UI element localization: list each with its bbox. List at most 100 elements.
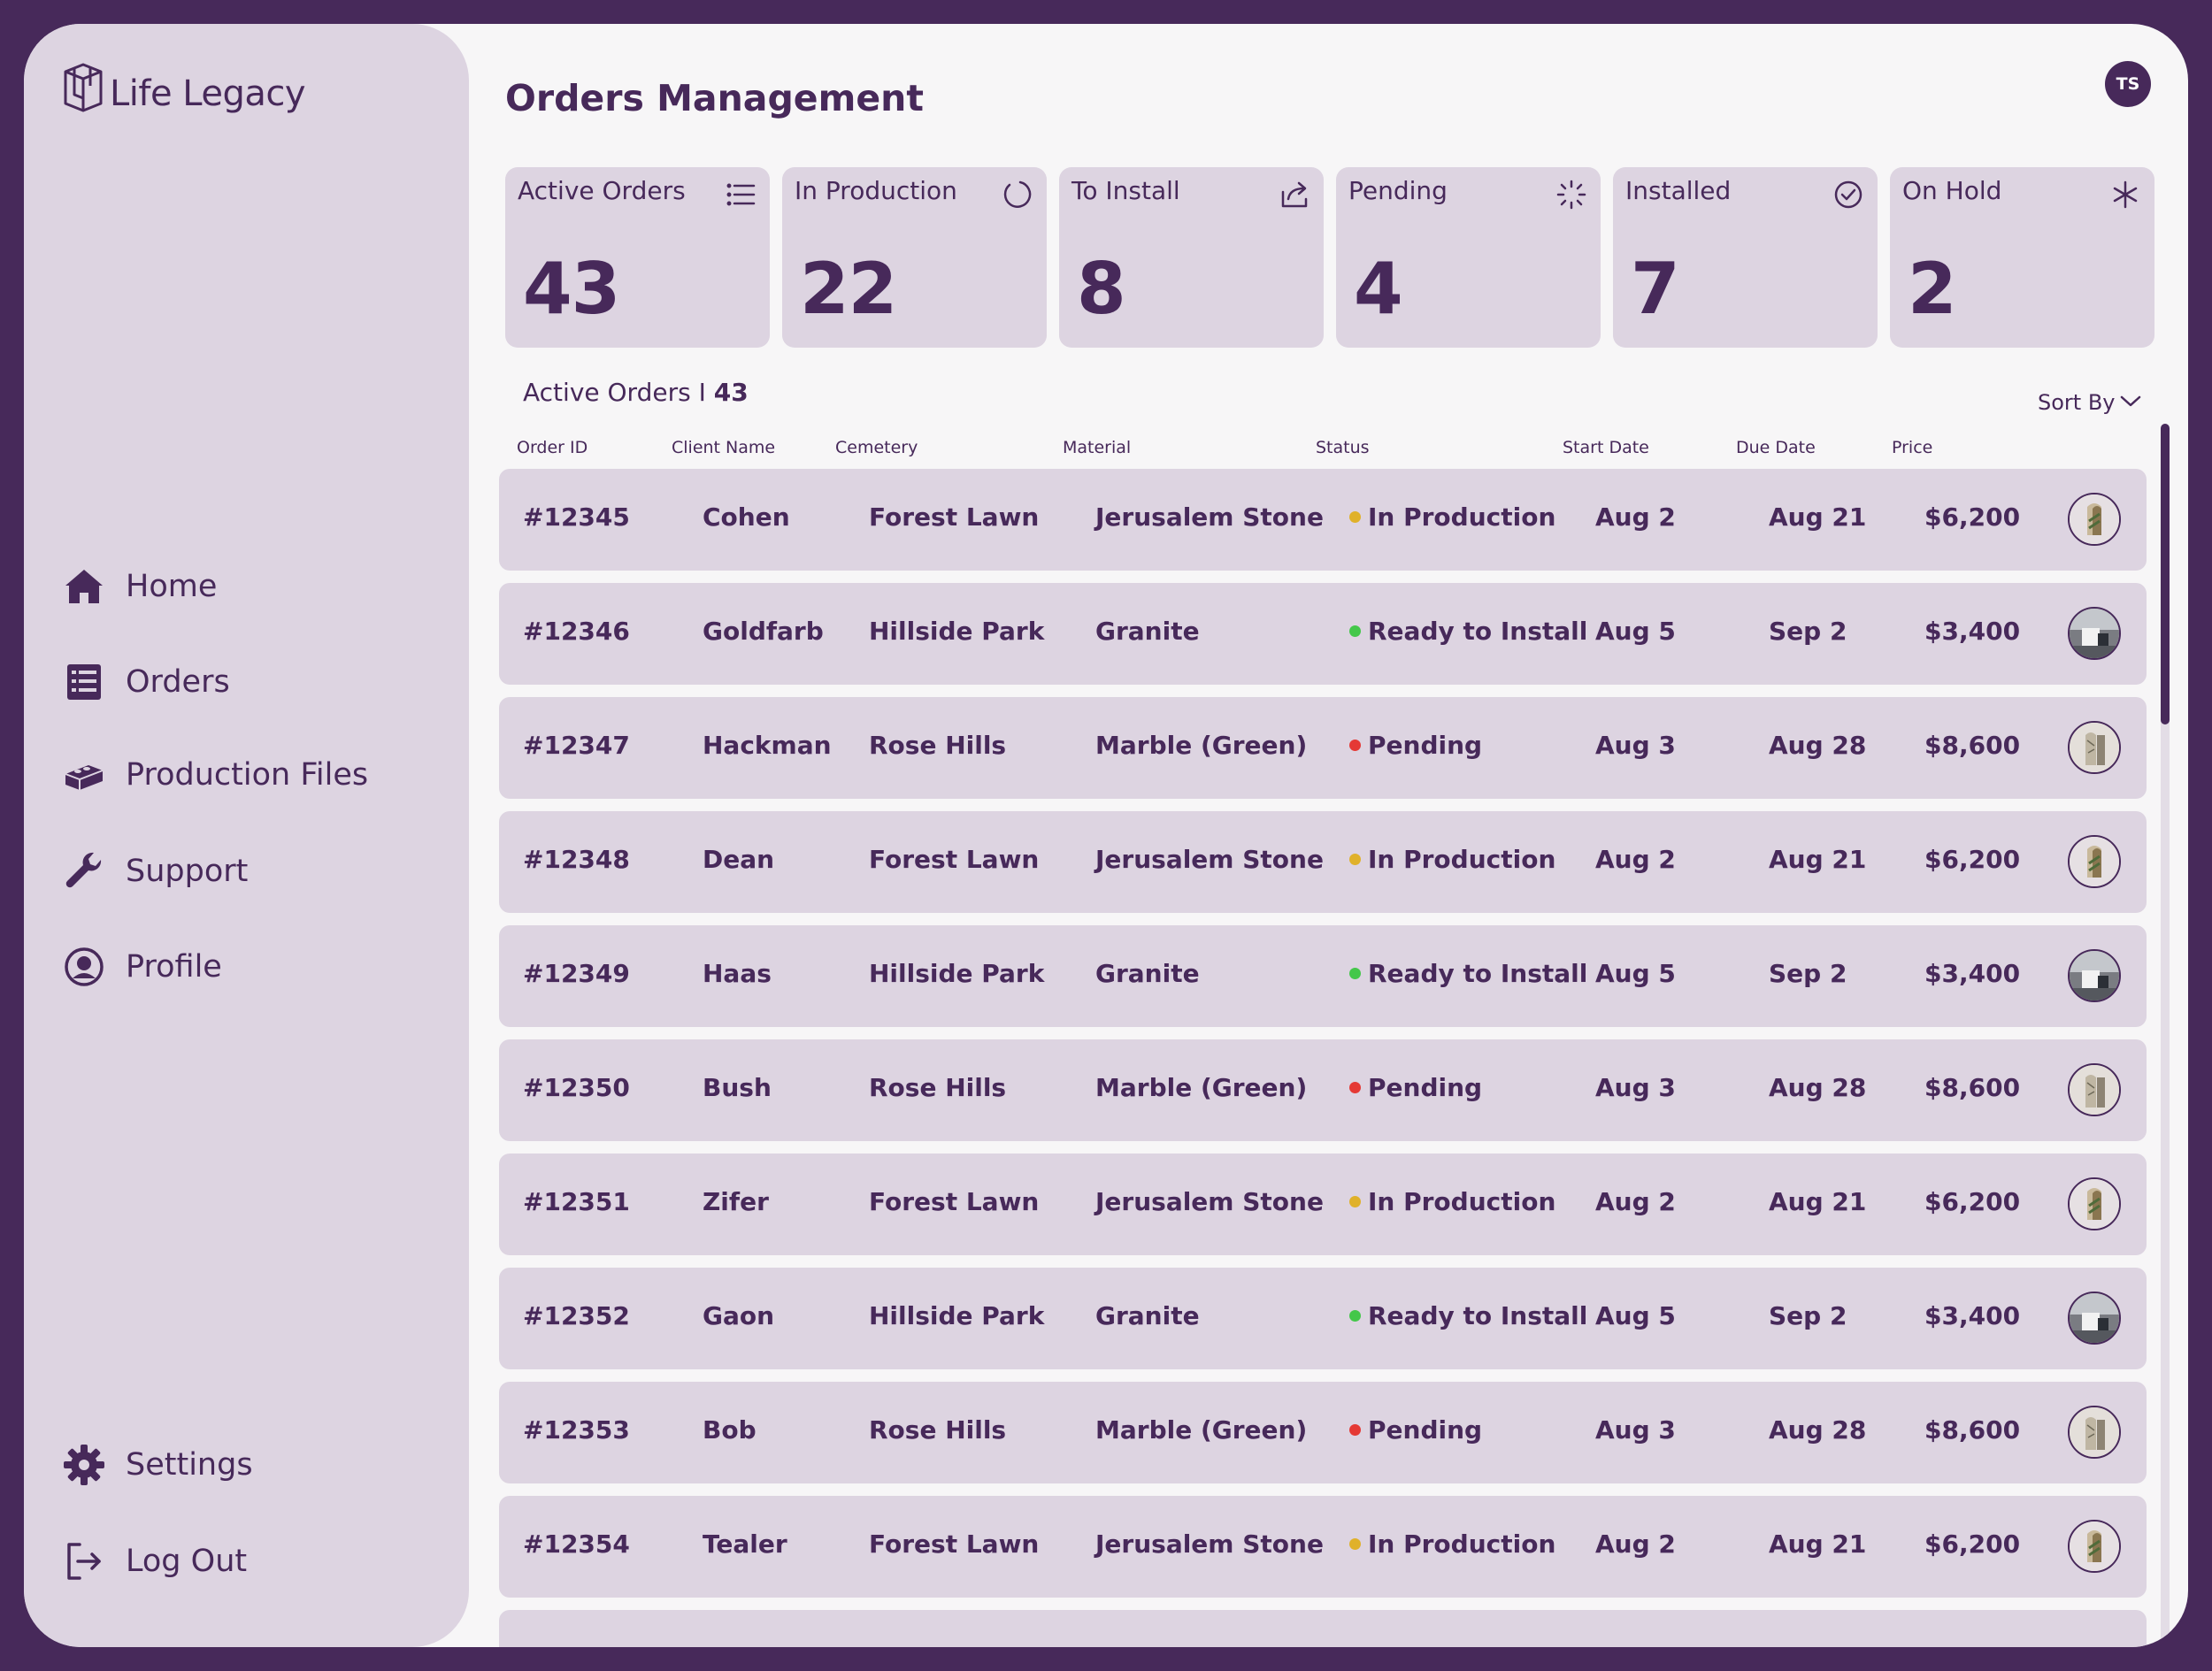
status-badge: In Production bbox=[1349, 502, 1555, 532]
nav-settings[interactable]: Settings bbox=[61, 1442, 253, 1488]
due-date: Sep 2 bbox=[1769, 959, 1847, 988]
col-price[interactable]: Price bbox=[1892, 438, 1932, 457]
nav-logout[interactable]: Log Out bbox=[61, 1538, 247, 1584]
col-status[interactable]: Status bbox=[1316, 438, 1370, 457]
loading-circle-icon bbox=[1001, 178, 1034, 211]
table-row[interactable]: #12353 Bob Rose Hills Marble (Green) Pending… bbox=[499, 1382, 2147, 1483]
col-start-date[interactable]: Start Date bbox=[1563, 438, 1649, 457]
cemetery: Rose Hills bbox=[869, 1415, 1007, 1445]
status-dot-icon bbox=[1349, 1082, 1361, 1093]
card-pending[interactable]: Pending 4 bbox=[1336, 167, 1601, 348]
start-date: Aug 2 bbox=[1595, 1529, 1676, 1559]
start-date: Aug 3 bbox=[1595, 731, 1676, 760]
client-name: Bush bbox=[703, 1073, 772, 1102]
status-badge: Ready to Install bbox=[1349, 959, 1587, 988]
due-date: Aug 21 bbox=[1769, 845, 1867, 874]
marble-thumbnail[interactable] bbox=[2068, 1406, 2121, 1459]
table-row[interactable]: #12347 Hackman Rose Hills Marble (Green) Pen… bbox=[499, 697, 2147, 799]
user-circle-icon bbox=[61, 944, 107, 990]
grave-thumbnail[interactable] bbox=[2068, 949, 2121, 1002]
table-row[interactable]: #12345 Cohen Forest Lawn Jerusalem Stone In … bbox=[499, 469, 2147, 571]
card-active-orders[interactable]: Active Orders 43 bbox=[505, 167, 770, 348]
start-date: Aug 3 bbox=[1595, 1073, 1676, 1102]
status-text: Pending bbox=[1368, 731, 1483, 760]
stone-thumbnail[interactable] bbox=[2068, 493, 2121, 546]
status-dot-icon bbox=[1349, 740, 1361, 751]
stat-cards: Active Orders 43 In Production 22 To Ins… bbox=[505, 167, 2162, 348]
nav-logout-label: Log Out bbox=[126, 1544, 248, 1579]
nav-home[interactable]: Home bbox=[61, 563, 217, 609]
status-badge: Pending bbox=[1349, 1415, 1482, 1445]
sort-by-dropdown[interactable]: Sort By bbox=[2038, 390, 2142, 415]
col-material[interactable]: Material bbox=[1063, 438, 1131, 457]
grave-thumbnail[interactable] bbox=[2068, 1292, 2121, 1345]
wrench-icon bbox=[61, 848, 107, 894]
col-cemetery[interactable]: Cemetery bbox=[835, 438, 918, 457]
asterisk-icon bbox=[2108, 178, 2142, 211]
table-row[interactable]: #12349 Haas Hillside Park Granite Ready to I… bbox=[499, 925, 2147, 1027]
brand-name: Life Legacy bbox=[110, 73, 306, 114]
status-dot-icon bbox=[1349, 854, 1361, 865]
due-date: Aug 28 bbox=[1769, 731, 1867, 760]
spinner-icon bbox=[1555, 178, 1588, 211]
material: Marble (Green) bbox=[1095, 1073, 1308, 1102]
avatar[interactable]: TS bbox=[2105, 61, 2151, 107]
table-row[interactable]: #12352 Gaon Hillside Park Granite Ready to I… bbox=[499, 1268, 2147, 1369]
nav-profile-label: Profile bbox=[126, 949, 222, 985]
card-label: To Install bbox=[1071, 176, 1180, 205]
card-installed[interactable]: Installed 7 bbox=[1613, 167, 1878, 348]
status-badge: Pending bbox=[1349, 1073, 1482, 1102]
marble-thumbnail[interactable] bbox=[2068, 1063, 2121, 1116]
col-order-id[interactable]: Order ID bbox=[517, 438, 588, 457]
nav-home-label: Home bbox=[126, 569, 218, 604]
client-name: Tealer bbox=[703, 1529, 787, 1559]
due-date: Aug 21 bbox=[1769, 502, 1867, 532]
nav-profile[interactable]: Profile bbox=[61, 944, 222, 990]
card-on-hold[interactable]: On Hold 2 bbox=[1890, 167, 2154, 348]
chevron-down-icon bbox=[2116, 390, 2142, 415]
list-heading-count: 43 bbox=[713, 378, 749, 407]
table-row[interactable]: #12350 Bush Rose Hills Marble (Green) Pendin… bbox=[499, 1039, 2147, 1141]
table-row[interactable]: #12351 Zifer Forest Lawn Jerusalem Stone In … bbox=[499, 1154, 2147, 1255]
scrollbar[interactable] bbox=[2161, 424, 2170, 1647]
table-row[interactable]: #12348 Dean Forest Lawn Jerusalem Stone In P… bbox=[499, 811, 2147, 913]
table-row[interactable]: #12354 Tealer Forest Lawn Jerusalem Stone In… bbox=[499, 1496, 2147, 1598]
status-text: In Production bbox=[1368, 845, 1556, 874]
status-badge: Ready to Install bbox=[1349, 1301, 1587, 1330]
nav-orders[interactable]: Orders bbox=[61, 659, 230, 705]
order-id: #12350 bbox=[523, 1073, 630, 1102]
stone-thumbnail[interactable] bbox=[2068, 835, 2121, 888]
table-row[interactable] bbox=[499, 1610, 2147, 1647]
col-due-date[interactable]: Due Date bbox=[1736, 438, 1816, 457]
card-in-production[interactable]: In Production 22 bbox=[782, 167, 1047, 348]
cemetery: Hillside Park bbox=[869, 959, 1045, 988]
nav-orders-label: Orders bbox=[126, 664, 230, 700]
card-to-install[interactable]: To Install 8 bbox=[1059, 167, 1324, 348]
material: Marble (Green) bbox=[1095, 731, 1308, 760]
nav-support[interactable]: Support bbox=[61, 848, 248, 894]
stone-thumbnail[interactable] bbox=[2068, 1520, 2121, 1573]
logo[interactable]: Life Legacy bbox=[58, 59, 306, 118]
client-name: Bob bbox=[703, 1415, 757, 1445]
card-value: 22 bbox=[800, 248, 897, 330]
material: Granite bbox=[1095, 959, 1200, 988]
cemetery: Forest Lawn bbox=[869, 845, 1040, 874]
nav-support-label: Support bbox=[126, 854, 249, 889]
stone-thumbnail[interactable] bbox=[2068, 1177, 2121, 1230]
col-client-name[interactable]: Client Name bbox=[672, 438, 775, 457]
status-dot-icon bbox=[1349, 1310, 1361, 1322]
cemetery: Rose Hills bbox=[869, 1073, 1007, 1102]
table-row[interactable]: #12346 Goldfarb Hillside Park Granite Ready … bbox=[499, 583, 2147, 685]
cemetery: Hillside Park bbox=[869, 1301, 1045, 1330]
marble-thumbnail[interactable] bbox=[2068, 721, 2121, 774]
scrollbar-thumb[interactable] bbox=[2161, 424, 2170, 724]
client-name: Cohen bbox=[703, 502, 790, 532]
order-id: #12348 bbox=[523, 845, 630, 874]
card-value: 4 bbox=[1354, 248, 1403, 330]
order-id: #12352 bbox=[523, 1301, 630, 1330]
nav-production-files[interactable]: Production Files bbox=[61, 752, 368, 798]
status-text: Pending bbox=[1368, 1073, 1483, 1102]
block-icon bbox=[61, 752, 107, 798]
grave-thumbnail[interactable] bbox=[2068, 607, 2121, 660]
price: $3,400 bbox=[1924, 617, 2021, 646]
